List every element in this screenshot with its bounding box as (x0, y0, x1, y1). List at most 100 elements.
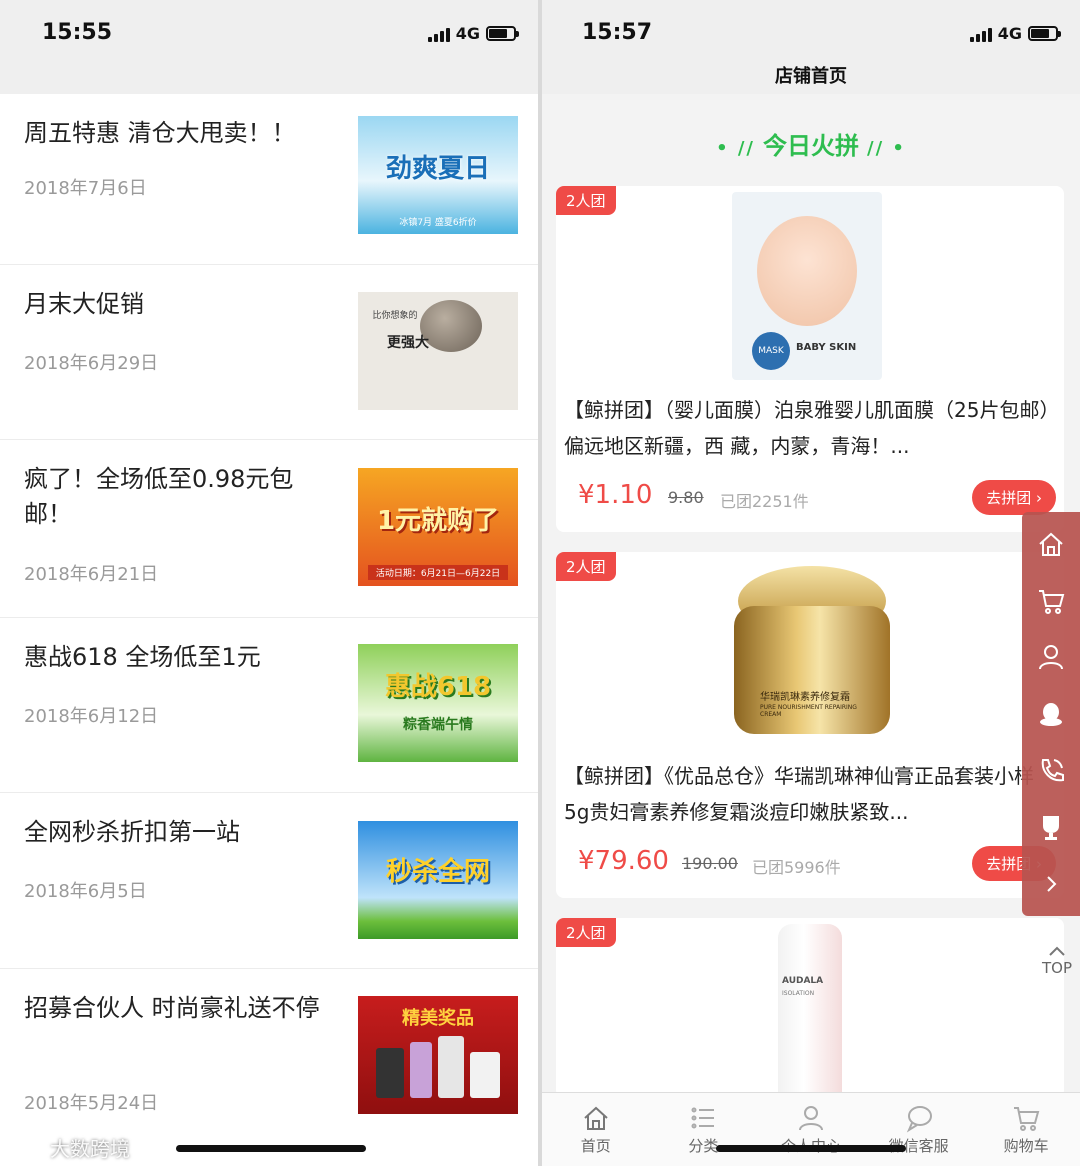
article-date: 2018年7月6日 (24, 178, 147, 199)
article-title: 全网秒杀折扣第一站 (24, 818, 240, 846)
section-header: • // 今日火拼 // • (542, 126, 1080, 161)
join-group-button[interactable]: 去拼团 › (972, 480, 1056, 515)
top-label: TOP (1041, 959, 1072, 977)
article-thumbnail: 秒杀全网 (358, 821, 518, 939)
product-name: 【鲸拼团】（婴儿面膜）泊泉雅婴儿肌面膜（25片包邮）偏远地区新疆，西 藏，内蒙，… (564, 398, 1050, 458)
section-title: 今日火拼 (763, 132, 859, 160)
bottom-tab-bar: 首页 分类 个人中心 微信客服 购物车 (542, 1092, 1080, 1166)
article-date: 2018年5月24日 (24, 1093, 159, 1114)
chevron-right-icon[interactable] (1034, 867, 1068, 901)
signal-icon (427, 26, 450, 42)
article-item[interactable]: 招募合伙人 时尚豪礼送不停 2018年5月24日 精美奖品 (0, 969, 538, 1146)
qq-icon[interactable] (1034, 697, 1068, 731)
system-indicators: 4G (969, 24, 1061, 43)
back-to-top-button[interactable]: TOP (1042, 944, 1072, 976)
product-card[interactable]: 2人团 AUDALA ISOLATION (556, 918, 1064, 1098)
article-item[interactable]: 惠战618 全场低至1元 2018年6月12日 惠战618 粽香端午情 (0, 618, 538, 793)
article-thumbnail: 更强大 比你想象的 (358, 292, 518, 410)
product-image: MASK BABY SKIN (732, 192, 882, 380)
battery-icon (1028, 26, 1061, 41)
article-title: 疯了！全场低至0.98元包邮！ (24, 465, 294, 528)
thumbnail-subtext: 活动日期：6月21日—6月22日 (368, 565, 508, 580)
cup-icon[interactable] (1034, 810, 1068, 844)
article-thumbnail: 劲爽夏日 冰镇7月 盛夏6折价 (358, 116, 518, 234)
article-title: 周五特惠 清仓大甩卖！！ (24, 119, 296, 147)
article-item[interactable]: 月末大促销 2018年6月29日 更强大 比你想象的 (0, 265, 538, 440)
chevron-up-icon (1049, 946, 1065, 956)
group-badge: 2人团 (556, 186, 616, 215)
home-icon[interactable] (1034, 527, 1068, 561)
tab-cart[interactable]: 购物车 (972, 1093, 1080, 1166)
status-bar: 15:57 4G 店铺首页 (542, 0, 1080, 94)
home-indicator (716, 1145, 906, 1152)
article-date: 2018年6月5日 (24, 881, 147, 902)
baby-face-graphic (757, 216, 857, 326)
product-image: AUDALA ISOLATION (778, 924, 842, 1098)
article-date: 2018年6月21日 (24, 564, 159, 585)
network-label: 4G (455, 24, 480, 43)
thumbnail-text: 秒杀全网 (385, 857, 490, 887)
article-title: 月末大促销 (24, 290, 144, 318)
group-badge: 2人团 (556, 918, 616, 947)
tab-label: 购物车 (1003, 1137, 1049, 1155)
watermark-logo-icon (9, 1138, 41, 1157)
product-name: 【鲸拼团】《优品总仓》华瑞凯琳神仙膏正品套装小样5g贵妇膏素养修复霜淡痘印嫩肤紧… (564, 764, 1034, 824)
signal-icon (969, 26, 992, 42)
decorative-dots-icon: • // (716, 138, 755, 159)
cart-icon[interactable] (1034, 584, 1068, 618)
article-item[interactable]: 疯了！全场低至0.98元包邮！ 2018年6月21日 1元就购了 活动日期：6月… (0, 440, 538, 618)
group-badge: 2人团 (556, 552, 616, 581)
status-time: 15:57 (582, 20, 653, 45)
status-bar: 15:55 4G (0, 0, 538, 94)
tab-category[interactable]: 分类 (650, 1093, 758, 1166)
phone-icon[interactable] (1034, 754, 1068, 788)
product-image: 华瑞凯琳素养修复霜 PURE NOURISHMENT REPAIRING CRE… (726, 558, 896, 746)
product-sold-count: 已团5996件 (752, 858, 841, 877)
article-title: 招募合伙人 时尚豪礼送不停 (24, 994, 320, 1022)
image-label: BABY SKIN (796, 342, 857, 353)
watermark-text: 大数跨境 (50, 1137, 130, 1161)
prize-graphic (410, 1042, 432, 1098)
article-thumbnail: 1元就购了 活动日期：6月21日—6月22日 (358, 468, 518, 586)
prize-graphic (470, 1052, 500, 1098)
page-title: 店铺首页 (775, 66, 847, 87)
tab-profile[interactable]: 个人中心 (757, 1093, 865, 1166)
status-time: 15:55 (42, 20, 113, 45)
floating-sidebar (1022, 512, 1080, 916)
decorative-dots-icon: // • (867, 138, 906, 159)
chat-icon (906, 1106, 932, 1133)
left-phone-screen: 15:55 4G 周五特惠 清仓大甩卖！！ 2018年7月6日 劲爽夏日 冰镇7… (0, 0, 538, 1166)
list-icon (691, 1107, 715, 1129)
image-label: ISOLATION (782, 990, 815, 997)
chevron-right-icon: › (1036, 489, 1042, 507)
product-card[interactable]: 2人团 MASK BABY SKIN 【鲸拼团】（婴儿面膜）泊泉雅婴儿肌面膜（2… (556, 186, 1064, 532)
user-icon (798, 1106, 823, 1131)
thumbnail-text: 精美奖品 (402, 1008, 474, 1029)
product-sold-count: 已团2251件 (720, 492, 809, 511)
battery-icon (486, 26, 519, 41)
prize-graphic (438, 1036, 464, 1098)
image-label: MASK (752, 332, 790, 370)
system-indicators: 4G (427, 24, 519, 43)
image-label: PURE NOURISHMENT REPAIRING CREAM (760, 704, 857, 718)
thumbnail-subtext: 粽香端午情 (403, 717, 473, 733)
tab-wechat-service[interactable]: 微信客服 (865, 1093, 973, 1166)
watermark: 大数跨境 (8, 1133, 130, 1162)
product-price: ¥1.10 (578, 480, 653, 510)
article-date: 2018年6月29日 (24, 353, 159, 374)
thumbnail-subtext: 比你想象的 (372, 311, 418, 321)
article-item[interactable]: 全网秒杀折扣第一站 2018年6月5日 秒杀全网 (0, 793, 538, 969)
image-label: 华瑞凯琳素养修复霜 (760, 692, 850, 703)
product-price: ¥79.60 (578, 846, 669, 876)
article-item[interactable]: 周五特惠 清仓大甩卖！！ 2018年7月6日 劲爽夏日 冰镇7月 盛夏6折价 (0, 94, 538, 265)
product-card[interactable]: 2人团 华瑞凯琳素养修复霜 PURE NOURISHMENT REPAIRING… (556, 552, 1064, 898)
user-icon[interactable] (1034, 640, 1068, 674)
product-original-price: 9.80 (668, 488, 704, 507)
image-label: AUDALA (782, 976, 824, 986)
prize-graphic (376, 1048, 404, 1098)
home-icon (584, 1106, 608, 1130)
right-phone-screen: 15:57 4G 店铺首页 • // 今日火拼 // • 2人团 MASK BABY… (542, 0, 1080, 1166)
thumbnail-text: 1元就购了 (376, 506, 500, 536)
cart-icon (1014, 1107, 1040, 1131)
tab-home[interactable]: 首页 (542, 1093, 650, 1166)
